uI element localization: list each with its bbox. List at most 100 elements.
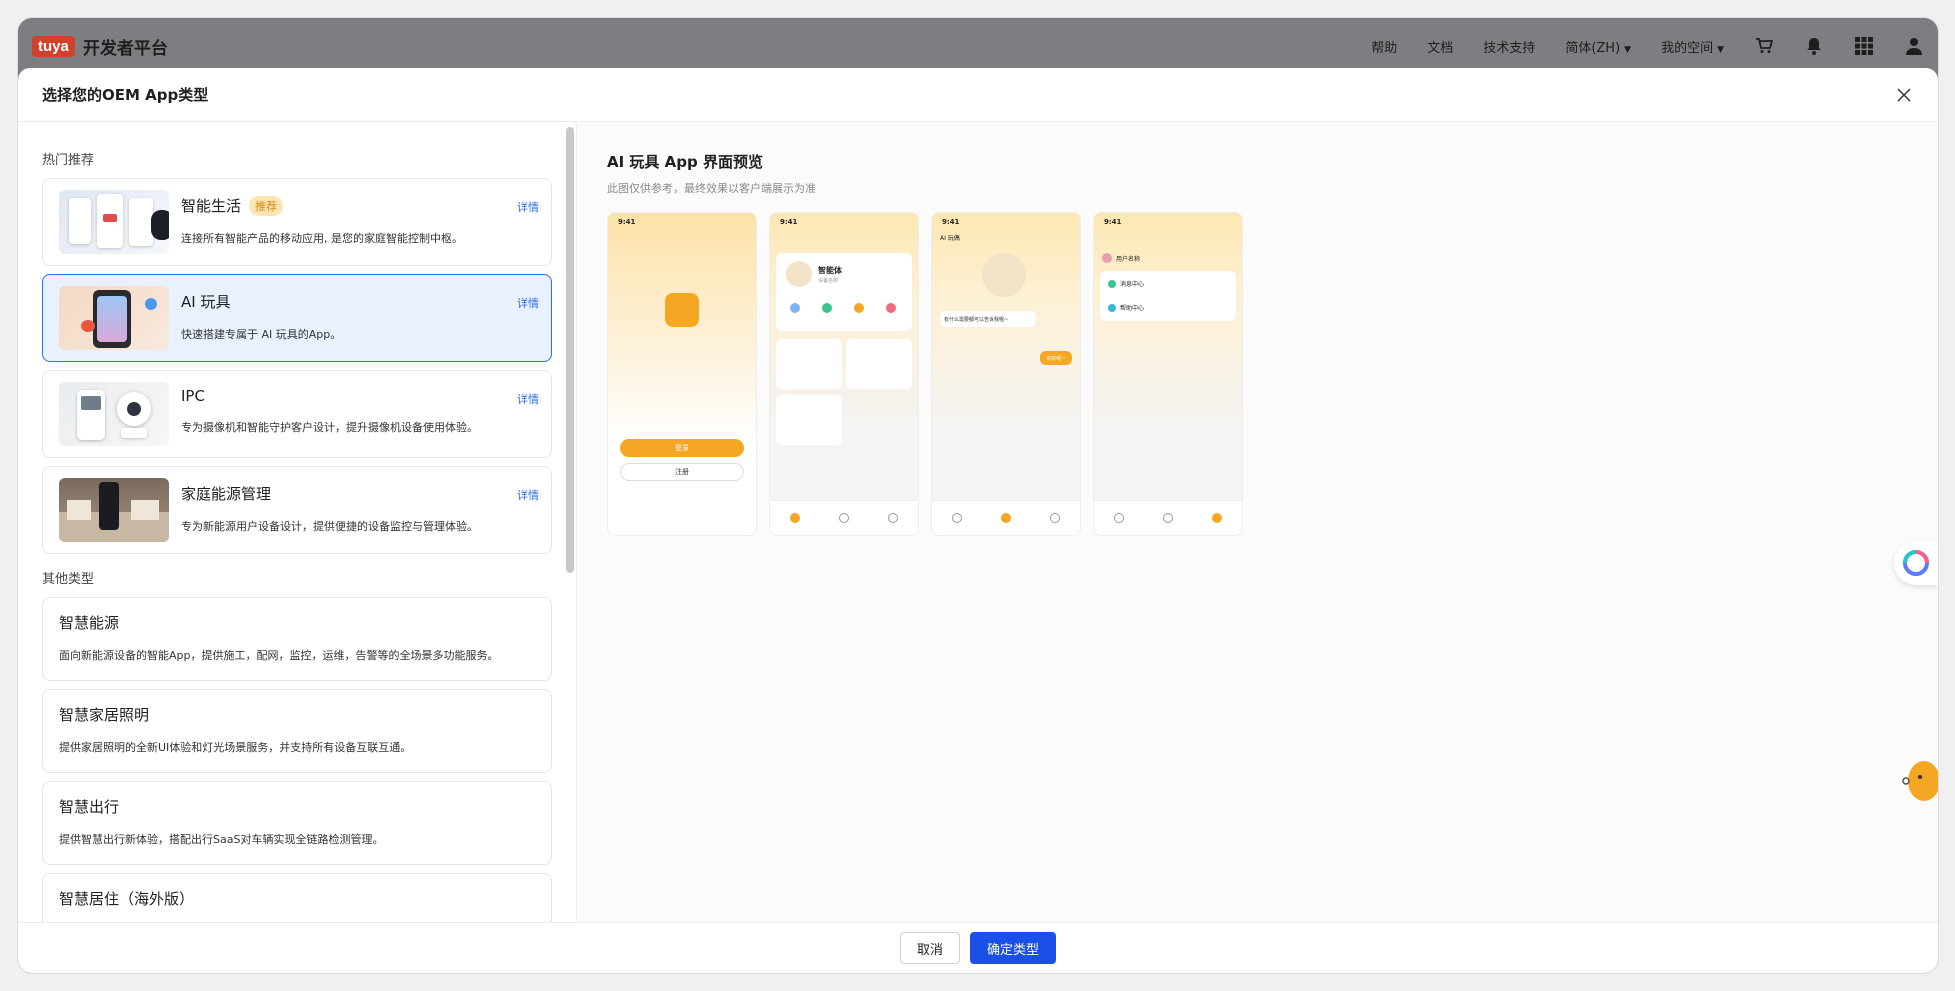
modal-title: 选择您的OEM App类型 — [42, 86, 209, 104]
logo[interactable]: tuya 开发者平台 — [32, 34, 168, 59]
ai-assistant-icon — [1903, 550, 1929, 576]
chat-bubble: 有什么需要都可以告诉我喔~ — [940, 311, 1036, 327]
user-name: 用户名称 — [1116, 255, 1141, 263]
user-row: 用户名称 — [1102, 253, 1140, 263]
ai-assistant-button[interactable] — [1894, 541, 1938, 585]
modal-body: 热门推荐 智能生活推荐 连接所有智能产品的移动应用, 是您的家庭智能控制中枢。 — [18, 123, 1938, 923]
type-card-smart-life[interactable]: 智能生活 推荐 连接所有智能产品的移动应用, 是您的家庭智能控制中枢。 详情 — [42, 178, 552, 266]
msg-center-label: 消息中心 — [1120, 281, 1145, 288]
modal-header: 选择您的OEM App类型 — [18, 68, 1938, 122]
type-card-smart-mobility[interactable]: 智慧出行 提供智慧出行新体验，搭配出行SaaS对车辆实现全链路检测管理。 — [42, 781, 552, 865]
preview-phone-profile: 9:41 用户名称 消息中心 帮助中心 — [1093, 212, 1243, 536]
app-type-modal: 选择您的OEM App类型 热门推荐 智能生活 推荐 连接所有智能产品的移动应用… — [18, 68, 1938, 973]
toy-menu-label: AI 玩偶 — [940, 235, 960, 242]
type-name: IPC — [181, 387, 205, 405]
chat-bubble-text: 有什么需要都可以告诉我喔~ — [944, 316, 1009, 323]
type-name: 智慧能源 — [59, 614, 120, 632]
agent-name: 智能体 — [818, 266, 842, 275]
bell-icon[interactable] — [1804, 36, 1824, 56]
caret-down-icon: ▼ — [1717, 44, 1724, 55]
platform-name: 开发者平台 — [82, 38, 168, 59]
login-button: 登录 — [620, 439, 744, 457]
agent-sub: 设备名称 — [818, 278, 839, 284]
type-card-smart-energy[interactable]: 智慧能源 面向新能源设备的智能App，提供施工，配网，监控，运维，告警等的全场景… — [42, 597, 552, 681]
preview-title: AI 玩具 App 界面预览 — [607, 153, 763, 171]
type-card-ai-toy[interactable]: AI 玩具 快速搭建专属于 AI 玩具的App。 详情 — [42, 274, 552, 362]
recommend-badge: 推荐 — [249, 195, 284, 216]
type-name: 家庭能源管理 — [181, 485, 272, 503]
preview-phone-agents: 9:41 智能体 设备名称 — [769, 212, 919, 536]
type-name: 智能生活 — [181, 197, 242, 215]
type-desc: 连接所有智能产品的移动应用, 是您的家庭智能控制中枢。 — [181, 232, 463, 245]
type-card-home-energy[interactable]: 家庭能源管理 专为新能源用户设备设计，提供便捷的设备监控与管理体验。 详情 — [42, 466, 552, 554]
type-name: 智慧出行 — [59, 798, 120, 816]
user-avatar-icon[interactable] — [1904, 36, 1924, 56]
cancel-button[interactable]: 取消 — [899, 932, 960, 964]
type-name: 智慧家居照明 — [59, 706, 150, 724]
app-logo-icon — [665, 293, 699, 327]
status-time: 9:41 — [942, 218, 960, 226]
top-nav-bar: tuya 开发者平台 帮助 文档 技术支持 简体(ZH) ▼ 我的空间 ▼ — [18, 18, 1938, 74]
reply-bubble: 你好呀~ — [1040, 351, 1072, 365]
type-card-smart-living-overseas[interactable]: 智慧居住（海外版） — [42, 873, 552, 923]
type-desc: 专为摄像机和智能守护客户设计，提升摄像机设备使用体验。 — [181, 421, 478, 434]
nav-support[interactable]: 技术支持 — [1483, 37, 1535, 56]
list-scrollbar[interactable] — [566, 127, 574, 573]
login-label: 登录 — [675, 444, 689, 452]
app-window: tuya 开发者平台 帮助 文档 技术支持 简体(ZH) ▼ 我的空间 ▼ 选择您的… — [18, 18, 1938, 973]
detail-link[interactable]: 详情 — [517, 391, 539, 407]
nav-help[interactable]: 帮助 — [1371, 37, 1397, 56]
preview-phone-chat: 9:41 AI 玩偶 有什么需要都可以告诉我喔~ 你好呀~ — [931, 212, 1081, 536]
ipc-thumbnail — [59, 382, 169, 446]
status-time: 9:41 — [618, 218, 636, 226]
profile-menu-card: 消息中心 帮助中心 — [1100, 271, 1236, 321]
detail-link[interactable]: 详情 — [517, 487, 539, 503]
type-card-ipc[interactable]: IPC 专为摄像机和智能守护客户设计，提升摄像机设备使用体验。 详情 — [42, 370, 552, 458]
modal-footer: 取消 确定类型 — [18, 922, 1938, 973]
type-card-home-lighting[interactable]: 智慧家居照明 提供家居照明的全新UI体验和灯光场景服务，并支持所有设备互联互通。 — [42, 689, 552, 773]
caret-down-icon: ▼ — [1624, 44, 1632, 55]
bunny-mascot — [982, 253, 1026, 297]
top-nav: 帮助 文档 技术支持 简体(ZH) ▼ 我的空间 ▼ — [1371, 36, 1924, 56]
reply-bubble-text: 你好呀~ — [1046, 355, 1066, 362]
register-label: 注册 — [675, 468, 689, 476]
hot-section-title: 热门推荐 — [42, 153, 95, 168]
type-desc: 提供家居照明的全新UI体验和灯光场景服务，并支持所有设备互联互通。 — [59, 741, 412, 754]
other-section-title: 其他类型 — [42, 572, 95, 587]
type-name: AI 玩具 — [181, 293, 231, 311]
type-desc: 面向新能源设备的智能App，提供施工，配网，监控，运维，告警等的全场景多功能服务… — [59, 649, 499, 662]
cart-icon[interactable] — [1754, 36, 1774, 56]
phone-previews: 9:41 登录 注册 9:41 智能体 设备名称 9:41 AI 玩偶 有什么需… — [607, 212, 1908, 536]
preview-panel: AI 玩具 App 界面预览 此图仅供参考，最终效果以客户端展示为准 9:41 … — [577, 123, 1938, 923]
agent-card: 智能体 设备名称 — [776, 253, 912, 331]
detail-link[interactable]: 详情 — [517, 295, 539, 311]
type-desc: 快速搭建专属于 AI 玩具的App。 — [181, 328, 342, 341]
language-dropdown[interactable]: 简体(ZH) ▼ — [1565, 37, 1631, 56]
ai-toy-thumbnail — [59, 286, 169, 350]
nav-docs[interactable]: 文档 — [1427, 37, 1453, 56]
preview-subtitle: 此图仅供参考，最终效果以客户端展示为准 — [607, 182, 816, 195]
mascot-helper-icon[interactable] — [1900, 755, 1938, 803]
preview-phone-login: 9:41 登录 注册 — [607, 212, 757, 536]
status-time: 9:41 — [780, 218, 798, 226]
tab-bar — [770, 500, 918, 535]
type-list-panel: 热门推荐 智能生活推荐 连接所有智能产品的移动应用, 是您的家庭智能控制中枢。 — [18, 123, 577, 923]
my-space-dropdown[interactable]: 我的空间 ▼ — [1661, 37, 1724, 56]
tab-bar — [1094, 500, 1242, 535]
status-time: 9:41 — [1104, 218, 1122, 226]
tab-bar — [932, 500, 1080, 535]
type-name: 智慧居住（海外版） — [59, 890, 195, 908]
smart-life-thumbnail — [59, 190, 169, 254]
help-center-label: 帮助中心 — [1120, 305, 1145, 312]
language-label: 简体(ZH) — [1565, 40, 1621, 56]
type-desc: 专为新能源用户设备设计，提供便捷的设备监控与管理体验。 — [181, 520, 478, 533]
confirm-type-button[interactable]: 确定类型 — [970, 932, 1057, 964]
close-icon[interactable] — [1894, 85, 1914, 105]
register-button: 注册 — [620, 463, 744, 481]
home-energy-thumbnail — [59, 478, 169, 542]
bunny-avatar — [786, 261, 812, 287]
my-space-label: 我的空间 — [1661, 40, 1714, 56]
detail-link[interactable]: 详情 — [517, 199, 539, 215]
apps-grid-icon[interactable] — [1854, 36, 1874, 56]
type-desc: 提供智慧出行新体验，搭配出行SaaS对车辆实现全链路检测管理。 — [59, 833, 384, 846]
